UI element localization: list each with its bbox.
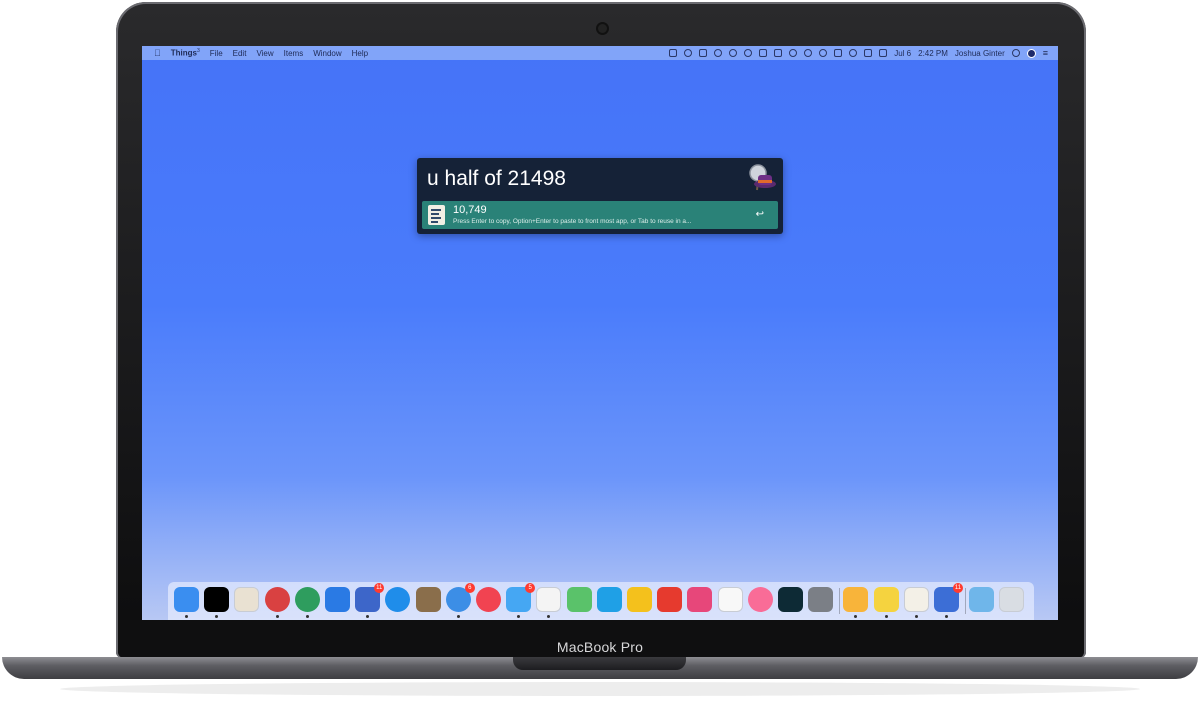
clipboard-icon[interactable] [699,49,708,57]
slack-icon[interactable] [536,587,562,612]
news-icon[interactable] [476,587,501,612]
finder-icon[interactable] [174,587,199,612]
spotlight-search-icon[interactable] [1011,49,1020,57]
dropbox-icon[interactable] [774,49,783,57]
running-indicator [185,615,188,618]
menu-view[interactable]: View [256,49,273,58]
menu-help[interactable]: Help [352,49,368,58]
running-indicator [366,615,370,618]
omnifocus-icon[interactable]: 11 [355,583,385,612]
alfred-window: 10,749 Press Enter to copy, Option+Enter… [417,158,783,234]
dock-badge: 11 [953,583,963,593]
spark-icon[interactable] [325,587,350,612]
safari-icon[interactable] [385,587,411,612]
desktop-screen:  Things3 File Edit View Items Window He… [142,46,1058,620]
alfred-result-subtitle: Press Enter to copy, Option+Enter to pas… [453,218,692,225]
menubar-time[interactable]: 2:42 PM [918,49,948,58]
notification-center-icon[interactable]: ≡ [1043,48,1048,58]
frog-icon[interactable] [566,587,592,612]
wifi-icon[interactable] [849,49,858,57]
alfred-result-row[interactable]: 10,749 Press Enter to copy, Option+Enter… [422,201,778,229]
running-indicator [275,615,279,618]
checkmark-icon[interactable] [789,49,798,57]
menu-window[interactable]: Window [313,49,341,58]
dock-separator [965,588,967,614]
bartender-icon[interactable] [759,49,768,57]
menu-file[interactable]: File [210,49,223,58]
pocket-cast-icon[interactable] [657,587,683,612]
tes-butterfly-icon[interactable] [627,587,652,612]
itunes-icon[interactable] [747,587,773,612]
status-menu-area: Jul 6 2:42 PM Joshua Ginter ≡ [669,46,1048,60]
bank-icon[interactable] [294,587,320,612]
return-key-icon: ↩ [755,209,764,220]
apple-logo-icon[interactable]:  [154,48,161,58]
airmail-icon[interactable] [264,587,290,612]
cloud-icon[interactable] [744,49,753,57]
running-indicator [914,615,918,618]
calculator-note-icon [428,205,445,225]
screenshots-folder-icon[interactable] [969,587,995,612]
camera-icon [598,24,607,33]
cyberduck-icon[interactable] [873,587,899,612]
system-prefs-icon[interactable] [808,587,834,612]
time-machine-icon[interactable] [819,49,828,57]
menu-items[interactable]: Items [284,49,304,58]
lightroom-icon[interactable] [778,587,803,612]
alfred-search-input[interactable] [427,164,737,194]
drop-icon[interactable] [714,49,723,57]
dock: 11 6 5 11 [168,582,1034,620]
fantastical-icon[interactable] [669,49,678,57]
running-indicator [854,615,858,618]
sketch-icon[interactable] [843,587,869,612]
siri-icon[interactable] [1026,48,1036,58]
volume-icon[interactable] [879,49,888,57]
airplay-icon[interactable] [834,49,843,57]
menubar-user[interactable]: Joshua Ginter [955,49,1005,58]
globe-icon[interactable] [729,49,738,57]
alfred-hat-icon [749,164,776,191]
notes-paper-icon[interactable] [903,587,929,612]
brand-label: MacBook Pro [556,639,644,655]
terminal-icon[interactable] [204,587,230,612]
running-indicator [884,615,888,618]
mail-stamp-icon[interactable] [234,587,260,612]
menubar-date[interactable]: Jul 6 [894,49,911,58]
menu-app-name[interactable]: Things3 [171,48,200,58]
messages-icon[interactable]: 5 [506,583,536,612]
ia-writer-icon[interactable] [717,587,743,612]
running-indicator [945,615,948,618]
alfred-result-title: 10,749 [453,204,487,216]
laptop-shadow [60,682,1140,696]
dock-badge: 6 [464,583,475,593]
day-one-icon[interactable] [596,587,622,612]
tweetbot-icon[interactable]: 6 [445,583,475,612]
trash-icon[interactable] [999,587,1025,612]
dock-separator [839,588,841,614]
laptop-notch [513,657,686,670]
running-indicator [215,615,219,618]
running-indicator [547,615,551,618]
link-icon[interactable] [684,49,693,57]
kiwi-icon[interactable] [687,587,713,612]
creative-cloud-icon[interactable] [804,49,813,57]
dock-badge: 11 [374,583,385,593]
battery-icon[interactable] [864,49,873,57]
dock-badge: 5 [525,583,536,593]
menu-edit[interactable]: Edit [233,49,247,58]
things-icon[interactable]: 11 [934,583,963,612]
running-indicator [305,615,309,618]
running-indicator [456,615,460,618]
deliveries-icon[interactable] [415,587,441,612]
running-indicator [517,615,521,618]
menu-bar:  Things3 File Edit View Items Window He… [142,46,1058,60]
